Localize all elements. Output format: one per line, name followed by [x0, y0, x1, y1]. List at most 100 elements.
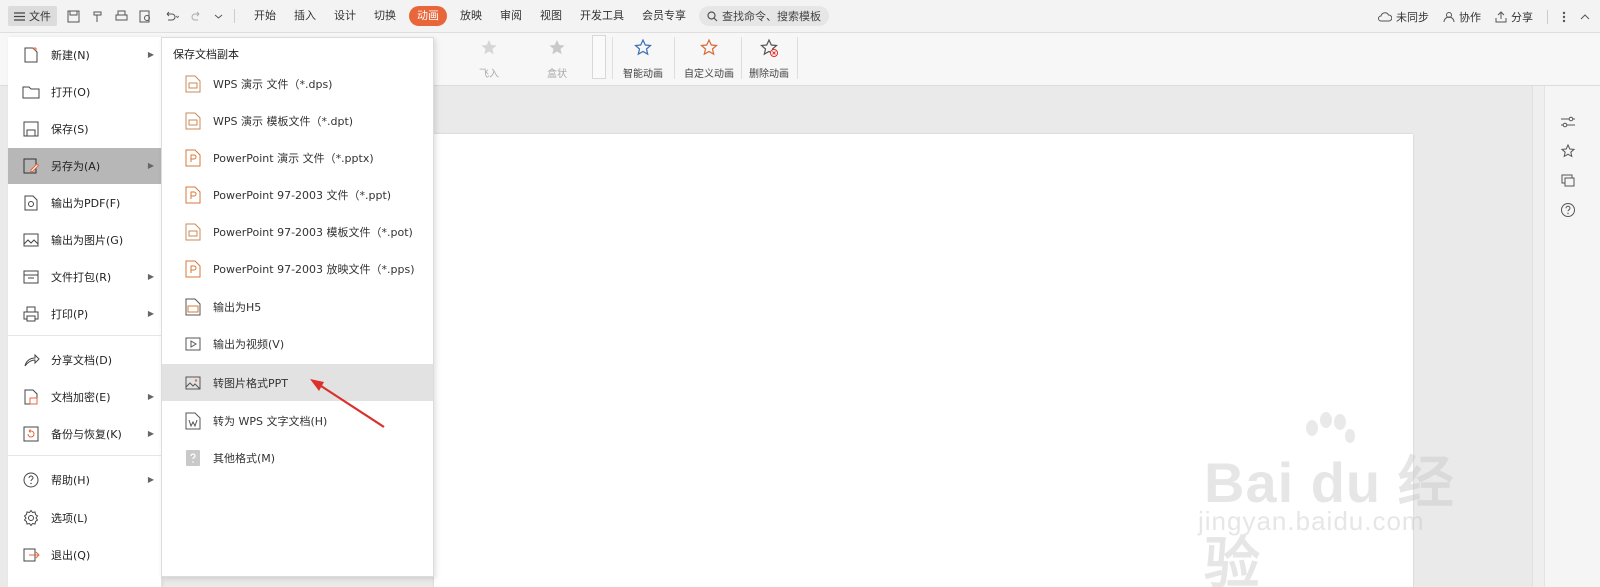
file-menu-export-image-label: 输出为图片(G): [51, 234, 124, 247]
search-icon: [707, 10, 718, 21]
undo-icon[interactable]: [163, 10, 179, 23]
command-search[interactable]: 查找命令、搜索模板: [699, 6, 829, 26]
file-menu-button[interactable]: 文件: [8, 6, 57, 26]
ribbon-divider: [612, 37, 613, 79]
file-menu-options[interactable]: 选项(L): [8, 500, 162, 536]
custom-animation-button[interactable]: 自定义动画: [682, 37, 736, 80]
share-button[interactable]: 分享: [1495, 9, 1533, 25]
file-menu-export-pdf[interactable]: 输出为PDF(F): [8, 185, 162, 221]
effect-fly-in[interactable]: 飞入: [478, 37, 500, 80]
file-menu-help[interactable]: 帮助(H) ▶: [8, 462, 162, 498]
wps-file-icon: [185, 75, 201, 92]
animation-pane-icon[interactable]: [1560, 143, 1576, 159]
more-options-icon[interactable]: [1562, 11, 1566, 23]
export-h5[interactable]: 输出为H5: [162, 288, 433, 325]
file-menu-new[interactable]: 新建(N) ▶: [8, 37, 162, 73]
tab-review[interactable]: 审阅: [491, 6, 531, 26]
save-as-pps[interactable]: PowerPoint 97-2003 放映文件（*.pps): [162, 250, 433, 287]
delete-animation-button[interactable]: 删除动画: [746, 37, 792, 80]
smart-animation-button[interactable]: 智能动画: [618, 37, 668, 80]
convert-image-ppt[interactable]: 转图片格式PPT: [162, 364, 433, 401]
print-preview-icon[interactable]: [139, 10, 152, 23]
collaborate-button[interactable]: 协作: [1443, 9, 1481, 25]
file-menu-print[interactable]: 打印(P) ▶: [8, 296, 162, 332]
submenu-arrow-icon: ▶: [147, 272, 154, 281]
file-menu-save[interactable]: 保存(S): [8, 111, 162, 147]
wps-writer-icon: [185, 412, 201, 429]
delete-animation-icon: [760, 38, 778, 57]
effect-box[interactable]: 盒状: [546, 37, 568, 80]
save-as-pot[interactable]: PowerPoint 97-2003 模板文件（*.pot): [162, 213, 433, 250]
tab-member[interactable]: 会员专享: [633, 6, 695, 26]
help-circle-icon[interactable]: [1560, 202, 1576, 218]
fly-in-star-icon: [481, 40, 497, 55]
top-right-actions: 未同步 协作 分享: [1378, 0, 1590, 33]
hamburger-icon: [14, 11, 25, 21]
adjust-icon[interactable]: [1560, 114, 1576, 130]
image-ppt-icon: [185, 376, 201, 389]
format-painter-icon[interactable]: [91, 10, 104, 23]
right-task-pane: [1532, 86, 1600, 587]
file-menu-options-label: 选项(L): [51, 512, 88, 525]
gallery-scroll[interactable]: [592, 35, 606, 79]
other-format-icon: [186, 449, 200, 466]
smart-animation-icon: [634, 38, 652, 56]
other-formats-label: 其他格式(M): [213, 451, 276, 465]
collaborate-label: 协作: [1459, 10, 1481, 24]
top-right-divider: [1547, 9, 1548, 24]
tab-view[interactable]: 视图: [531, 6, 571, 26]
redo-icon[interactable]: [190, 10, 203, 23]
save-icon[interactable]: [67, 10, 80, 23]
tab-developer[interactable]: 开发工具: [571, 6, 633, 26]
pane-scroll-strip[interactable]: [1533, 86, 1545, 587]
backup-icon: [23, 426, 39, 442]
pptx-file-icon: [185, 149, 201, 166]
tab-slideshow[interactable]: 放映: [451, 6, 491, 26]
export-image-icon: [23, 233, 39, 247]
save-as-pptx[interactable]: PowerPoint 演示 文件（*.pptx): [162, 139, 433, 176]
slide-switch-icon[interactable]: [1560, 172, 1576, 188]
convert-wps-writer[interactable]: 转为 WPS 文字文档(H): [162, 402, 433, 439]
file-menu-print-label: 打印(P): [51, 308, 89, 321]
export-pdf-icon: [24, 195, 38, 211]
file-menu-save-as[interactable]: 另存为(A) ▶: [8, 148, 162, 184]
file-menu: 新建(N) ▶ 打开(O) 保存(S) 另存为(A) ▶ 输出为PDF(F) 输…: [8, 37, 162, 587]
file-menu-share[interactable]: 分享文档(D): [8, 342, 162, 378]
save-as-dps[interactable]: WPS 演示 文件（*.dps): [162, 65, 433, 102]
tab-home[interactable]: 开始: [245, 6, 285, 26]
tab-insert[interactable]: 插入: [285, 6, 325, 26]
ribbon-divider: [797, 37, 798, 79]
save-as-ppt[interactable]: PowerPoint 97-2003 文件（*.ppt): [162, 176, 433, 213]
export-h5-label: 输出为H5: [213, 300, 262, 314]
file-menu-exit[interactable]: 退出(Q): [8, 537, 162, 573]
file-menu-backup[interactable]: 备份与恢复(K) ▶: [8, 416, 162, 452]
customize-toolbar-icon[interactable]: [214, 10, 223, 23]
user-icon: [1443, 11, 1455, 22]
submenu-arrow-icon: ▶: [147, 309, 154, 318]
ppt-file-icon: [185, 186, 201, 203]
exit-icon: [23, 548, 40, 562]
watermark-line2: jingyan.baidu.com: [1198, 506, 1425, 536]
encrypt-icon: [24, 389, 38, 405]
ribbon-tabs: 开始 插入 设计 切换 动画 放映 审阅 视图 开发工具 会员专享: [245, 6, 695, 26]
box-star-icon: [549, 40, 565, 55]
export-video[interactable]: 输出为视频(V): [162, 325, 433, 362]
tab-transition[interactable]: 切换: [365, 6, 405, 26]
menu-divider: [8, 455, 162, 456]
file-menu-export-image[interactable]: 输出为图片(G): [8, 222, 162, 258]
tab-animation[interactable]: 动画: [409, 6, 447, 26]
file-menu-package[interactable]: 文件打包(R) ▶: [8, 259, 162, 295]
collapse-ribbon-icon[interactable]: [1580, 12, 1590, 22]
sync-button[interactable]: 未同步: [1378, 9, 1429, 25]
file-menu-encrypt[interactable]: 文档加密(E) ▶: [8, 379, 162, 415]
other-formats[interactable]: 其他格式(M): [162, 439, 433, 476]
print-icon[interactable]: [115, 10, 128, 23]
quick-access-toolbar: [67, 9, 235, 23]
tab-design[interactable]: 设计: [325, 6, 365, 26]
share-label: 分享: [1511, 10, 1533, 24]
save-as-dpt[interactable]: WPS 演示 模板文件（*.dpt): [162, 102, 433, 139]
save-as-submenu: 保存文档副本 WPS 演示 文件（*.dps) WPS 演示 模板文件（*.dp…: [161, 37, 434, 577]
effect-fly-in-label: 飞入: [479, 69, 499, 80]
custom-animation-label: 自定义动画: [684, 69, 734, 80]
file-menu-open[interactable]: 打开(O): [8, 74, 162, 110]
